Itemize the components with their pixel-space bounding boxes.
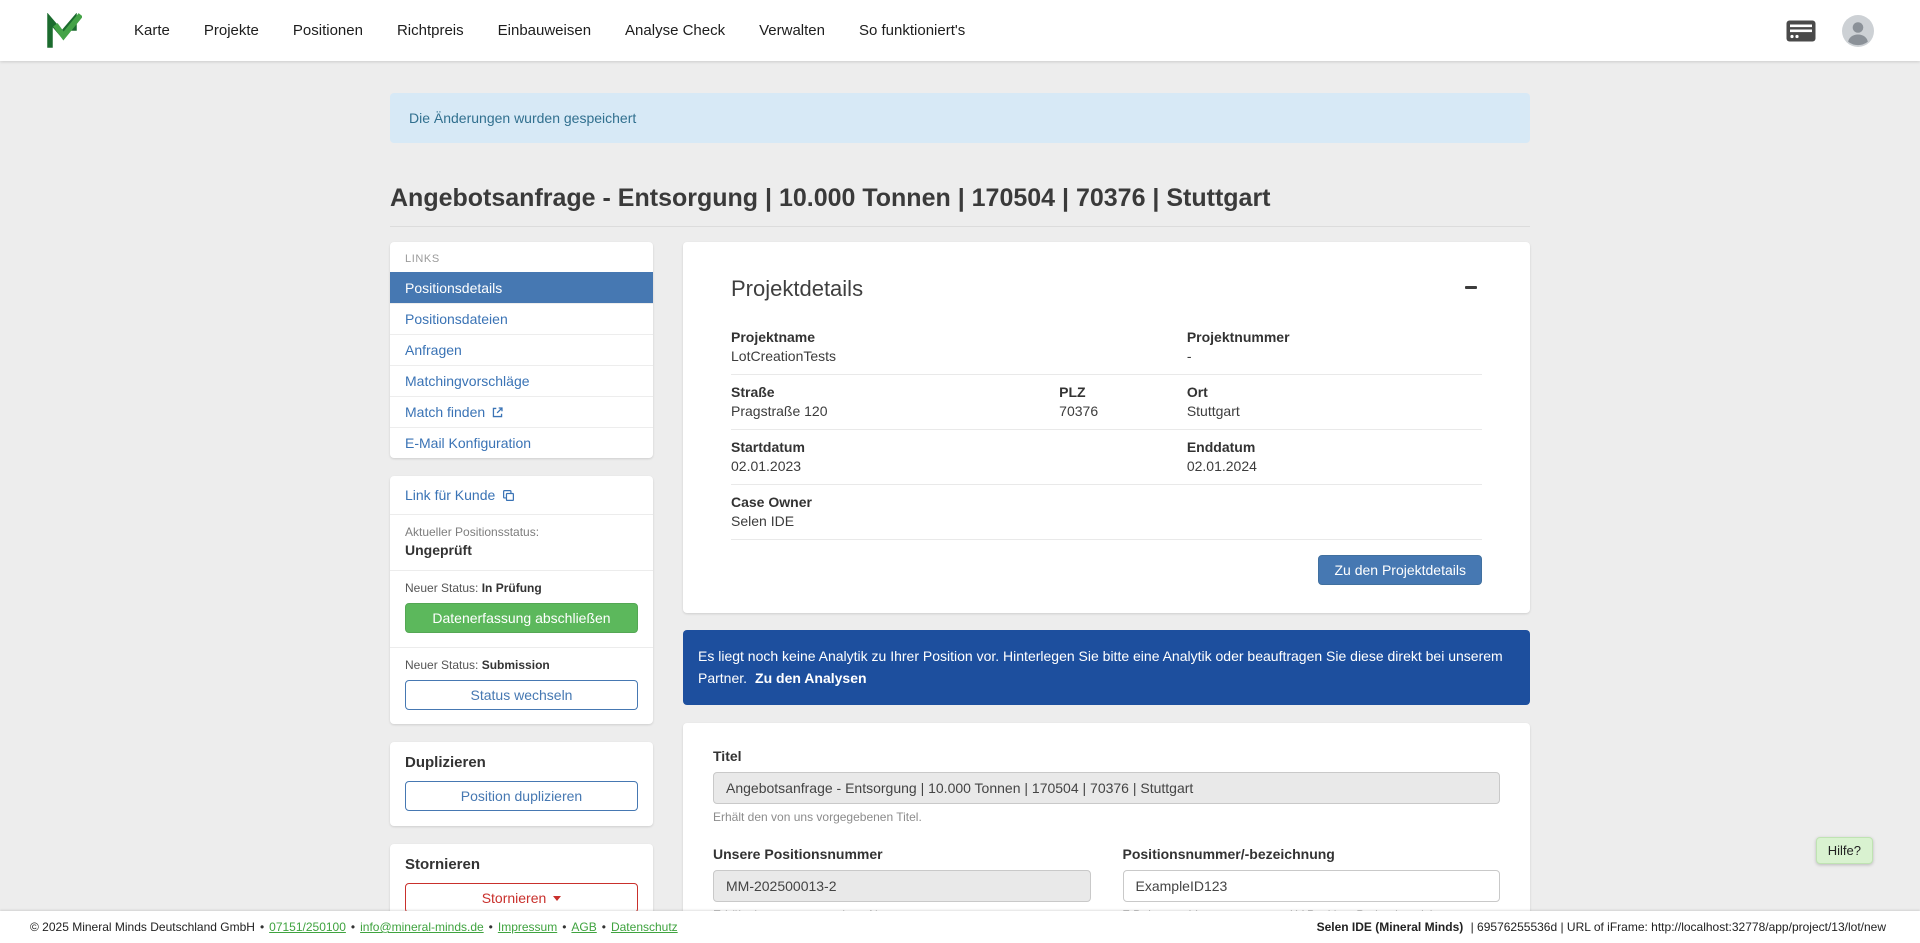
duplicate-title: Duplizieren xyxy=(405,754,638,771)
strasse-value: Pragstraße 120 xyxy=(731,403,1059,419)
external-link-icon xyxy=(491,406,504,419)
next-status-2: Neuer Status: Submission xyxy=(405,658,638,672)
switch-status-button[interactable]: Status wechseln xyxy=(405,680,638,710)
nav-item-richtpreis[interactable]: Richtpreis xyxy=(397,22,464,39)
project-details-card: Projektdetails Projektname LotCreationTe… xyxy=(683,242,1530,613)
top-navbar: Karte Projekte Positionen Richtpreis Ein… xyxy=(0,0,1920,61)
cancel-title: Stornieren xyxy=(405,856,638,873)
copy-icon xyxy=(502,489,515,502)
collapse-icon[interactable] xyxy=(1460,276,1482,298)
saved-alert: Die Änderungen wurden gespeichert xyxy=(390,93,1530,143)
nav-item-so-funktionierts[interactable]: So funktioniert's xyxy=(859,22,965,39)
duplicate-position-button[interactable]: Position duplizieren xyxy=(405,781,638,811)
customer-link[interactable]: Link für Kunde xyxy=(405,487,515,503)
footer-datenschutz-link[interactable]: Datenschutz xyxy=(611,920,678,934)
page-title: Angebotsanfrage - Entsorgung | 10.000 To… xyxy=(390,183,1530,227)
main-column: Projektdetails Projektname LotCreationTe… xyxy=(683,242,1530,943)
nav-item-analyse-check[interactable]: Analyse Check xyxy=(625,22,725,39)
navbar-right-actions xyxy=(1786,15,1874,47)
titel-input xyxy=(713,772,1500,804)
caret-down-icon xyxy=(553,896,561,901)
sidebar-item-matchingvorschlaege[interactable]: Matchingvorschläge xyxy=(390,365,653,396)
copyright-text: © 2025 Mineral Minds Deutschland GmbH xyxy=(30,920,255,934)
next-status-1: Neuer Status: In Prüfung xyxy=(405,581,638,595)
footer: © 2025 Mineral Minds Deutschland GmbH • … xyxy=(0,911,1920,943)
custom-number-label: Positionsnummer/-bezeichnung xyxy=(1123,846,1501,862)
sidebar-item-anfragen[interactable]: Anfragen xyxy=(390,334,653,365)
user-avatar[interactable] xyxy=(1842,15,1874,47)
brand-logo-icon xyxy=(46,13,82,49)
sidebar-item-email-konfiguration[interactable]: E-Mail Konfiguration xyxy=(390,427,653,458)
projektnummer-value: - xyxy=(1187,348,1482,364)
server-icon[interactable] xyxy=(1786,20,1816,42)
project-row-address: Straße Pragstraße 120 PLZ 70376 Ort Stut… xyxy=(731,375,1482,430)
project-row-dates: Startdatum 02.01.2023 Enddatum 02.01.202… xyxy=(731,430,1482,485)
sidebar-item-match-finden[interactable]: Match finden xyxy=(390,396,653,427)
sidebar-item-positionsdateien[interactable]: Positionsdateien xyxy=(390,303,653,334)
status-card: Link für Kunde Aktueller Positionsstatus… xyxy=(390,476,653,724)
footer-user: Selen IDE (Mineral Minds) xyxy=(1317,920,1464,934)
cancel-dropdown-button[interactable]: Stornieren xyxy=(405,883,638,913)
brand-logo[interactable] xyxy=(46,13,82,49)
titel-help: Erhält den von uns vorgegebenen Titel. xyxy=(713,810,1500,824)
help-button[interactable]: Hilfe? xyxy=(1816,837,1873,864)
titel-label: Titel xyxy=(713,748,1500,764)
project-details-button[interactable]: Zu den Projektdetails xyxy=(1318,555,1482,585)
sidebar-links-card: LINKS Positionsdetails Positionsdateien … xyxy=(390,242,653,458)
our-number-label: Unsere Positionsnummer xyxy=(713,846,1091,862)
plz-value: 70376 xyxy=(1059,403,1187,419)
current-status-value: Ungeprüft xyxy=(405,542,638,558)
nav-item-verwalten[interactable]: Verwalten xyxy=(759,22,825,39)
project-row-name-number: Projektname LotCreationTests Projektnumm… xyxy=(731,320,1482,375)
footer-right: Selen IDE (Mineral Minds) | 69576255536d… xyxy=(1317,920,1886,934)
footer-agb-link[interactable]: AGB xyxy=(571,920,596,934)
startdatum-value: 02.01.2023 xyxy=(731,458,1187,474)
analytics-banner-link[interactable]: Zu den Analysen xyxy=(755,670,867,686)
footer-impressum-link[interactable]: Impressum xyxy=(498,920,557,934)
nav-item-karte[interactable]: Karte xyxy=(134,22,170,39)
footer-phone-link[interactable]: 07151/250100 xyxy=(269,920,346,934)
project-row-case-owner: Case Owner Selen IDE xyxy=(731,485,1482,540)
analytics-banner: Es liegt noch keine Analytik zu Ihrer Po… xyxy=(683,630,1530,705)
case-owner-value: Selen IDE xyxy=(731,513,1482,529)
enddatum-value: 02.01.2024 xyxy=(1187,458,1482,474)
project-details-title: Projektdetails xyxy=(731,276,863,302)
projektname-value: LotCreationTests xyxy=(731,348,1187,364)
saved-alert-text: Die Änderungen wurden gespeichert xyxy=(409,110,636,126)
current-status-label: Aktueller Positionsstatus: xyxy=(405,525,638,539)
duplicate-card: Duplizieren Position duplizieren xyxy=(390,742,653,826)
sidebar: LINKS Positionsdetails Positionsdateien … xyxy=(390,242,653,943)
page-content: Die Änderungen wurden gespeichert Angebo… xyxy=(0,61,1920,943)
nav-item-positionen[interactable]: Positionen xyxy=(293,22,363,39)
footer-meta: | 69576255536d | URL of iFrame: http://l… xyxy=(1471,920,1886,934)
footer-email-link[interactable]: info@mineral-minds.de xyxy=(360,920,484,934)
sidebar-item-positionsdetails[interactable]: Positionsdetails xyxy=(390,272,653,303)
main-navigation: Karte Projekte Positionen Richtpreis Ein… xyxy=(134,22,965,39)
custom-number-input[interactable] xyxy=(1123,870,1501,902)
ort-value: Stuttgart xyxy=(1187,403,1482,419)
footer-left: © 2025 Mineral Minds Deutschland GmbH • … xyxy=(30,920,678,934)
our-number-input xyxy=(713,870,1091,902)
nav-item-einbauweisen[interactable]: Einbauweisen xyxy=(498,22,591,39)
links-header: LINKS xyxy=(390,242,653,272)
nav-item-projekte[interactable]: Projekte xyxy=(204,22,259,39)
complete-data-entry-button[interactable]: Datenerfassung abschließen xyxy=(405,603,638,633)
